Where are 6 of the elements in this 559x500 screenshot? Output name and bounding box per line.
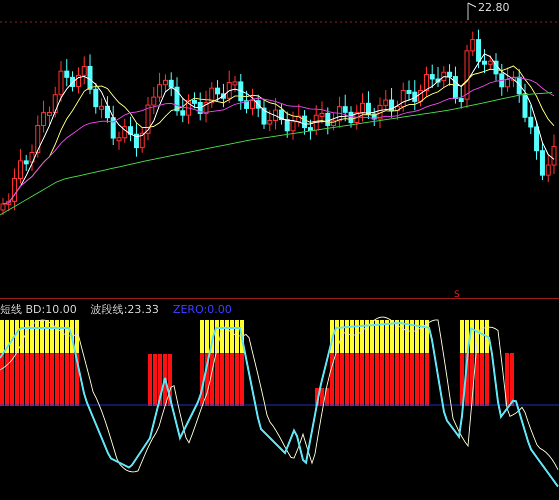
legend-label: 波段线:23.33 <box>90 303 159 314</box>
high-price-label: 22.80 <box>478 1 510 15</box>
legend-label: 短线 BD:10.00 <box>0 303 77 314</box>
legend-label: ZERO:0.00 <box>172 303 232 314</box>
signal-mark: S <box>454 290 460 300</box>
high-marker-icon <box>468 2 476 20</box>
